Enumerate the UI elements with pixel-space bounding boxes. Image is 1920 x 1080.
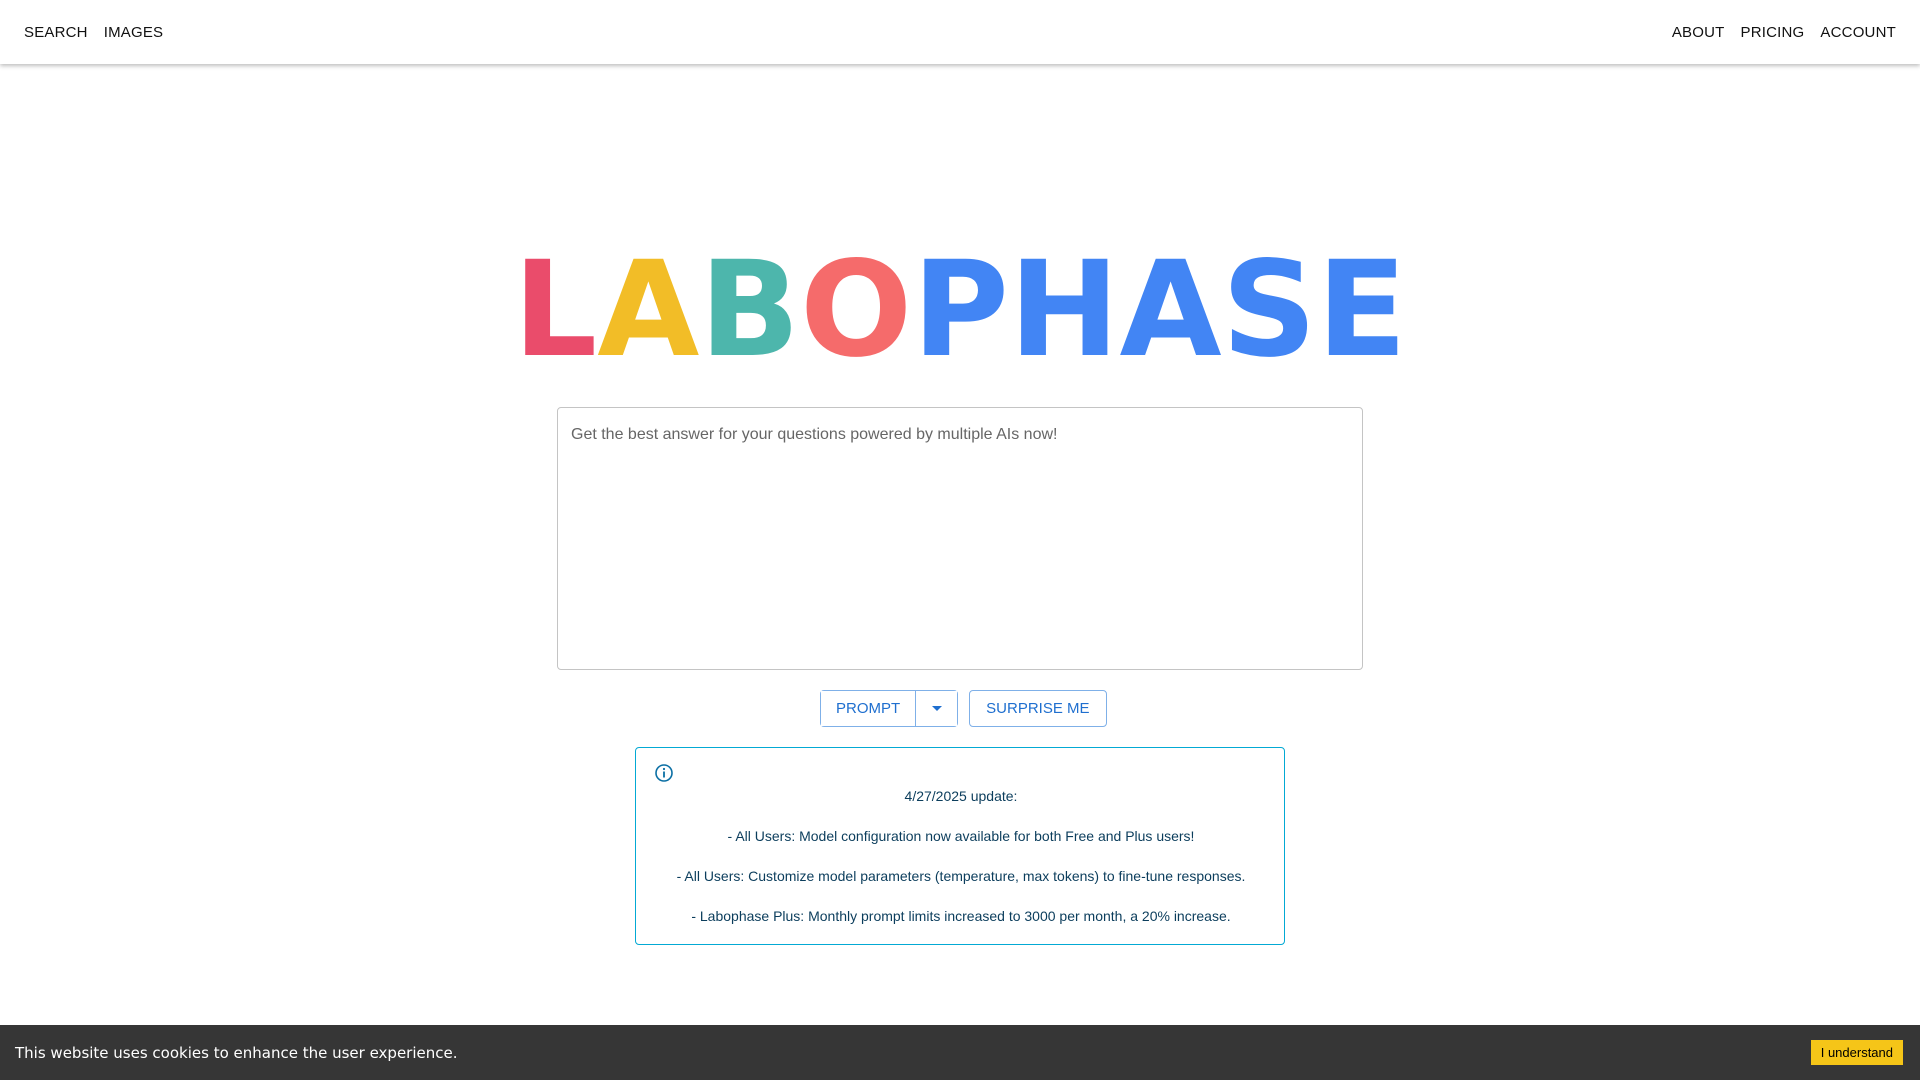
nav-pricing-link[interactable]: PRICING [1733,18,1813,47]
caret-down-icon [931,706,942,711]
logo-letter: B [699,233,801,387]
prompt-button[interactable]: PROMPT [821,691,916,726]
cookie-banner: This website uses cookies to enhance the… [0,1025,1920,1080]
logo-letter: H [1009,233,1120,387]
nav-left: SEARCH IMAGES [16,18,171,47]
surprise-me-button[interactable]: SURPRISE ME [969,690,1107,727]
cookie-message: This website uses cookies to enhance the… [15,1043,458,1062]
update-notice-date: 4/27/2025 update: [904,788,1018,804]
top-navigation-bar: SEARCH IMAGES ABOUT PRICING ACCOUNT [0,0,1920,64]
nav-search-link[interactable]: SEARCH [16,18,96,47]
logo-letter: L [513,233,598,387]
update-notice: 4/27/2025 update: - All Users: Model con… [635,747,1285,945]
update-notice-line: - All Users: Customize model parameters … [676,868,1246,884]
prompt-options-dropdown[interactable] [915,691,958,726]
prompt-actions: PROMPT SURPRISE ME [820,690,1107,727]
update-notice-text: 4/27/2025 update: - All Users: Model con… [636,776,1286,936]
cookie-accept-button[interactable]: I understand [1810,1040,1903,1065]
nav-about-link[interactable]: ABOUT [1664,18,1733,47]
prompt-split-button: PROMPT [820,690,959,727]
nav-images-link[interactable]: IMAGES [96,18,172,47]
logo-letter: P [912,233,1009,387]
logo-letter: O [800,233,913,387]
nav-account-link[interactable]: ACCOUNT [1812,18,1904,47]
update-notice-line: - Labophase Plus: Monthly prompt limits … [691,908,1231,924]
labophase-logo: LABOPHASE [513,233,1407,387]
update-notice-line: - All Users: Model configuration now ava… [727,828,1195,844]
logo-letter: A [597,233,700,387]
logo-letter: A [1119,233,1222,387]
prompt-input[interactable] [557,407,1363,670]
logo-letter: E [1316,233,1407,387]
nav-right: ABOUT PRICING ACCOUNT [1664,18,1904,47]
logo-letter: S [1221,233,1317,387]
